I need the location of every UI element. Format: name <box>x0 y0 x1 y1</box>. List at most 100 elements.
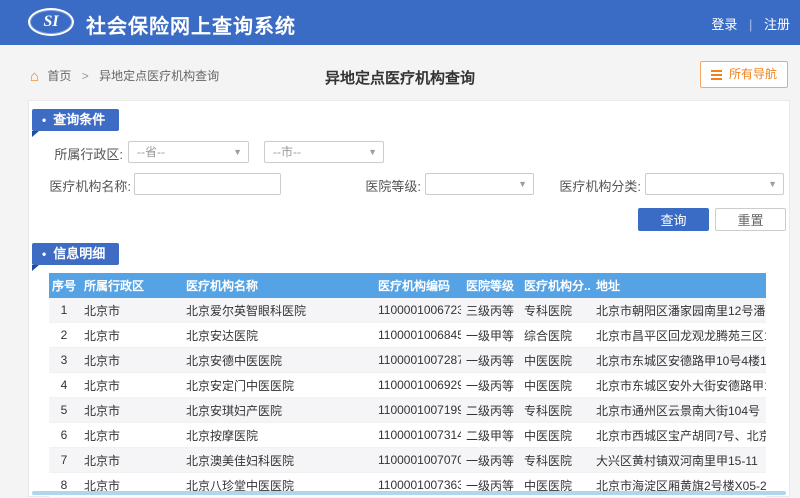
all-navigation-button[interactable]: 所有导航 <box>700 61 788 88</box>
cell-region: 北京市 <box>79 348 181 373</box>
cell-level: 一级丙等 <box>461 373 519 398</box>
cell-org-name: 北京安琪妇产医院 <box>181 398 373 423</box>
query-section-header: • 查询条件 <box>32 109 119 131</box>
register-link[interactable]: 注册 <box>764 17 790 32</box>
table-row: 5 北京市 北京安琪妇产医院 1100001007199 二级丙等 专科医院 北… <box>49 398 766 423</box>
province-select-value: --省-- <box>137 145 165 159</box>
cell-category: 中医医院 <box>519 373 591 398</box>
cell-level: 一级甲等 <box>461 323 519 348</box>
cell-address: 北京市通州区云景南大街104号 <box>591 398 766 423</box>
bullet-icon: • <box>42 247 46 261</box>
cell-region: 北京市 <box>79 323 181 348</box>
col-header-level: 医院等级 <box>461 273 519 298</box>
org-category-label: 医疗机构分类: <box>549 176 641 195</box>
cell-org-code: 1100001007070 <box>373 448 461 473</box>
hospital-level-select[interactable]: ▼ <box>425 173 534 195</box>
cell-org-code: 1100001007287 <box>373 348 461 373</box>
col-header-org-name: 医疗机构名称 <box>181 273 373 298</box>
cell-index: 2 <box>49 323 79 348</box>
city-select[interactable]: --市-- ▼ <box>264 141 384 163</box>
cell-address: 北京市东城区安外大街安德路甲11号一层... <box>591 373 766 398</box>
login-link[interactable]: 登录 <box>711 17 737 32</box>
cell-region: 北京市 <box>79 398 181 423</box>
cell-region: 北京市 <box>79 298 181 323</box>
cell-address: 北京市昌平区回龙观龙腾苑三区16号楼 <box>591 323 766 348</box>
org-name-label: 医疗机构名称: <box>29 176 131 195</box>
breadcrumb-separator: > <box>82 69 89 83</box>
cell-level: 二级甲等 <box>461 423 519 448</box>
cell-org-code: 1100001006929 <box>373 373 461 398</box>
cell-level: 二级丙等 <box>461 398 519 423</box>
cell-org-name: 北京安定门中医医院 <box>181 373 373 398</box>
cell-category: 中医医院 <box>519 423 591 448</box>
province-select[interactable]: --省-- ▼ <box>128 141 249 163</box>
cell-address: 北京市东城区安德路甲10号4楼101-2 <box>591 348 766 373</box>
results-table: 序号 所属行政区 医疗机构名称 医疗机构编码 医院等级 医疗机构分... 地址 … <box>49 273 766 498</box>
cell-org-name: 北京爱尔英智眼科医院 <box>181 298 373 323</box>
col-header-index: 序号 <box>49 273 79 298</box>
cell-category: 中医医院 <box>519 348 591 373</box>
cell-level: 三级丙等 <box>461 298 519 323</box>
table-row: 7 北京市 北京澳美佳妇科医院 1100001007070 一级丙等 专科医院 … <box>49 448 766 473</box>
breadcrumb-current: 异地定点医疗机构查询 <box>99 69 219 83</box>
org-category-select[interactable]: ▼ <box>645 173 784 195</box>
cell-address: 北京市朝阳区潘家园南里12号潘家园大厦 <box>591 298 766 323</box>
cell-address: 北京市西城区宝产胡同7号、北京市西城... <box>591 423 766 448</box>
cell-address: 大兴区黄村镇双河南里甲15-11 <box>591 448 766 473</box>
chevron-down-icon: ▼ <box>233 142 242 162</box>
chevron-down-icon: ▼ <box>368 142 377 162</box>
org-name-input[interactable] <box>134 173 281 195</box>
cell-org-name: 北京按摩医院 <box>181 423 373 448</box>
horizontal-scrollbar[interactable] <box>32 491 786 495</box>
table-row: 6 北京市 北京按摩医院 1100001007314 二级甲等 中医医院 北京市… <box>49 423 766 448</box>
table-row: 3 北京市 北京安德中医医院 1100001007287 一级丙等 中医医院 北… <box>49 348 766 373</box>
cell-region: 北京市 <box>79 423 181 448</box>
cell-category: 综合医院 <box>519 323 591 348</box>
detail-section-title: 信息明细 <box>53 246 105 261</box>
table-row: 1 北京市 北京爱尔英智眼科医院 1100001006723 三级丙等 专科医院… <box>49 298 766 323</box>
col-header-address: 地址 <box>591 273 766 298</box>
auth-links: 登录 | 注册 <box>707 14 794 33</box>
app-title: 社会保险网上查询系统 <box>86 10 296 39</box>
cell-org-name: 北京安达医院 <box>181 323 373 348</box>
breadcrumb: ⌂ 首页 > 异地定点医疗机构查询 <box>30 67 219 85</box>
breadcrumb-home[interactable]: 首页 <box>47 69 71 83</box>
hospital-level-label: 医院等级: <box>329 176 421 195</box>
region-label: 所属行政区: <box>29 144 123 163</box>
cell-level: 一级丙等 <box>461 448 519 473</box>
cell-index: 3 <box>49 348 79 373</box>
cell-category: 专科医院 <box>519 398 591 423</box>
table-row: 4 北京市 北京安定门中医医院 1100001006929 一级丙等 中医医院 … <box>49 373 766 398</box>
si-logo-icon: SI <box>28 8 74 36</box>
tag-fold-decoration <box>32 265 39 271</box>
bullet-icon: • <box>42 113 46 127</box>
col-header-org-code: 医疗机构编码 <box>373 273 461 298</box>
cell-index: 6 <box>49 423 79 448</box>
cell-index: 4 <box>49 373 79 398</box>
table-header-row: 序号 所属行政区 医疗机构名称 医疗机构编码 医院等级 医疗机构分... 地址 <box>49 273 766 298</box>
cell-org-name: 北京安德中医医院 <box>181 348 373 373</box>
results-table-wrap: 序号 所属行政区 医疗机构名称 医疗机构编码 医院等级 医疗机构分... 地址 … <box>49 273 766 498</box>
chevron-down-icon: ▼ <box>518 174 527 194</box>
col-header-category: 医疗机构分... <box>519 273 591 298</box>
cell-category: 专科医院 <box>519 298 591 323</box>
chevron-down-icon: ▼ <box>768 174 777 194</box>
cell-region: 北京市 <box>79 448 181 473</box>
cell-level: 一级丙等 <box>461 348 519 373</box>
cell-org-code: 1100001006845 <box>373 323 461 348</box>
cell-org-code: 1100001006723 <box>373 298 461 323</box>
list-menu-icon <box>711 70 722 72</box>
cell-index: 5 <box>49 398 79 423</box>
reset-button[interactable]: 重置 <box>715 208 786 231</box>
all-navigation-label: 所有导航 <box>729 67 777 81</box>
auth-divider: | <box>749 17 752 32</box>
cell-index: 1 <box>49 298 79 323</box>
query-section-title: 查询条件 <box>53 112 105 127</box>
home-icon: ⌂ <box>30 68 39 85</box>
search-button[interactable]: 查询 <box>638 208 709 231</box>
cell-org-name: 北京澳美佳妇科医院 <box>181 448 373 473</box>
detail-section-header: • 信息明细 <box>32 243 119 265</box>
cell-region: 北京市 <box>79 373 181 398</box>
top-header: SI 社会保险网上查询系统 登录 | 注册 <box>0 0 800 45</box>
city-select-value: --市-- <box>273 145 301 159</box>
